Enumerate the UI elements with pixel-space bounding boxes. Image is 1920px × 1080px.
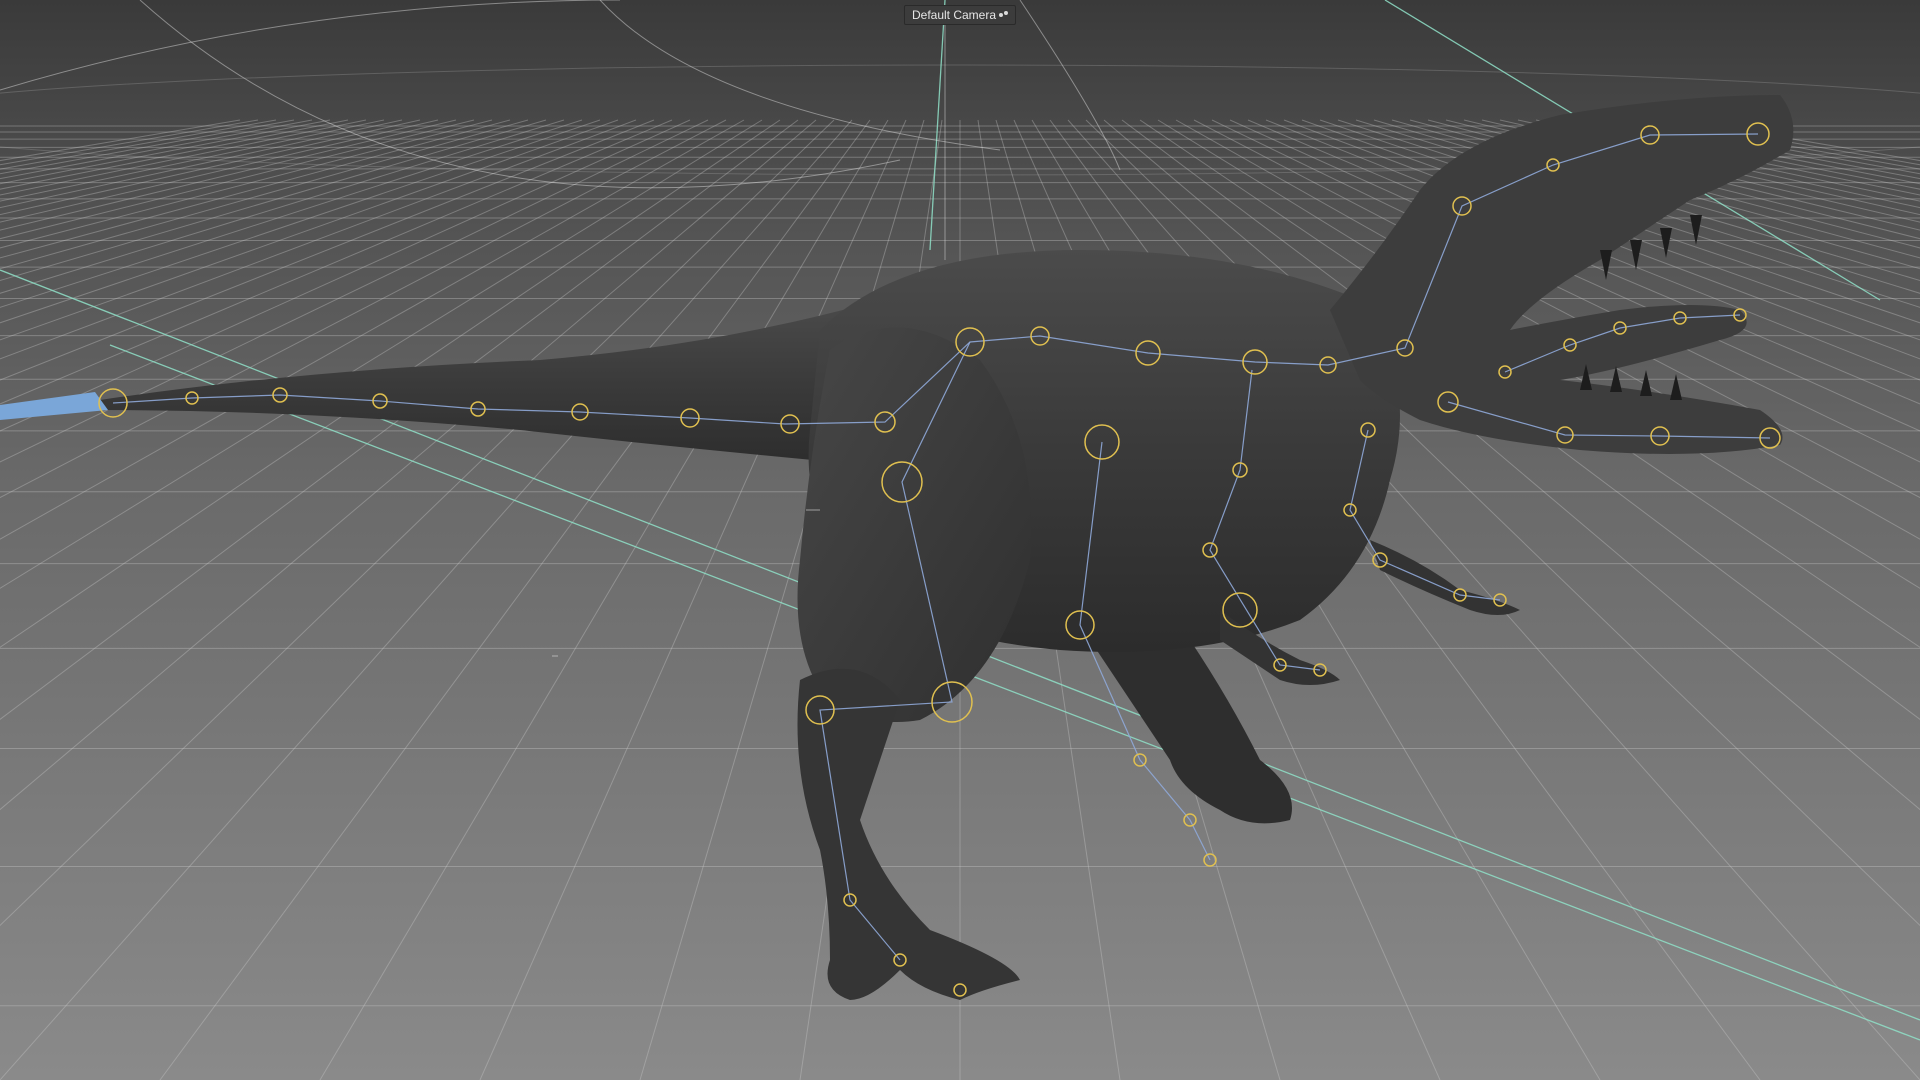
grid-column-line	[0, 119, 781, 648]
grid-column-line	[1661, 119, 1920, 166]
grid-column-line	[0, 119, 295, 175]
grid-column-line	[0, 119, 493, 249]
grid-column-line	[0, 119, 439, 223]
scene-canvas[interactable]	[0, 0, 1920, 1080]
grid-column-line	[0, 119, 277, 170]
grid-column-line	[0, 119, 691, 432]
grid-column-line	[0, 119, 457, 231]
grid-column-line	[0, 119, 241, 162]
grid-column-line	[0, 119, 511, 259]
grid-column-line	[0, 119, 655, 381]
3d-viewport[interactable]: Default Camera	[0, 0, 1920, 1080]
grid-column-line	[0, 119, 745, 540]
t-rex-mesh[interactable]	[0, 95, 1794, 1000]
grid-column-line	[0, 119, 313, 180]
grid-column-line	[0, 119, 547, 282]
grid-column-line	[0, 119, 331, 185]
grid-column-line	[1607, 119, 1920, 180]
grid-column-line	[0, 119, 799, 721]
grid-column-line	[0, 119, 709, 463]
grid-column-line	[0, 119, 259, 166]
grid-column-line	[0, 119, 763, 589]
grid-column-line	[0, 119, 565, 294]
camera-dots-icon	[999, 11, 1009, 19]
grid-column-line	[0, 119, 817, 811]
camera-selector[interactable]: Default Camera	[903, 5, 1017, 25]
grid-column-line	[1589, 119, 1920, 185]
grid-column-line	[0, 119, 421, 216]
grid-column-line	[0, 119, 475, 240]
grid-column-line	[159, 119, 871, 1080]
camera-label-text: Default Camera	[911, 8, 997, 22]
grid-column-line	[0, 119, 601, 324]
grid-column-line	[1643, 119, 1920, 170]
grid-column-line	[0, 119, 727, 499]
grid-column-line	[0, 119, 853, 1080]
grid-column-line	[0, 119, 403, 209]
grid-column-line	[0, 119, 619, 341]
grid-column-line	[1625, 119, 1920, 175]
grid-column-line	[0, 119, 835, 927]
grid-column-line	[0, 119, 673, 405]
grid-column-line	[1679, 119, 1920, 162]
